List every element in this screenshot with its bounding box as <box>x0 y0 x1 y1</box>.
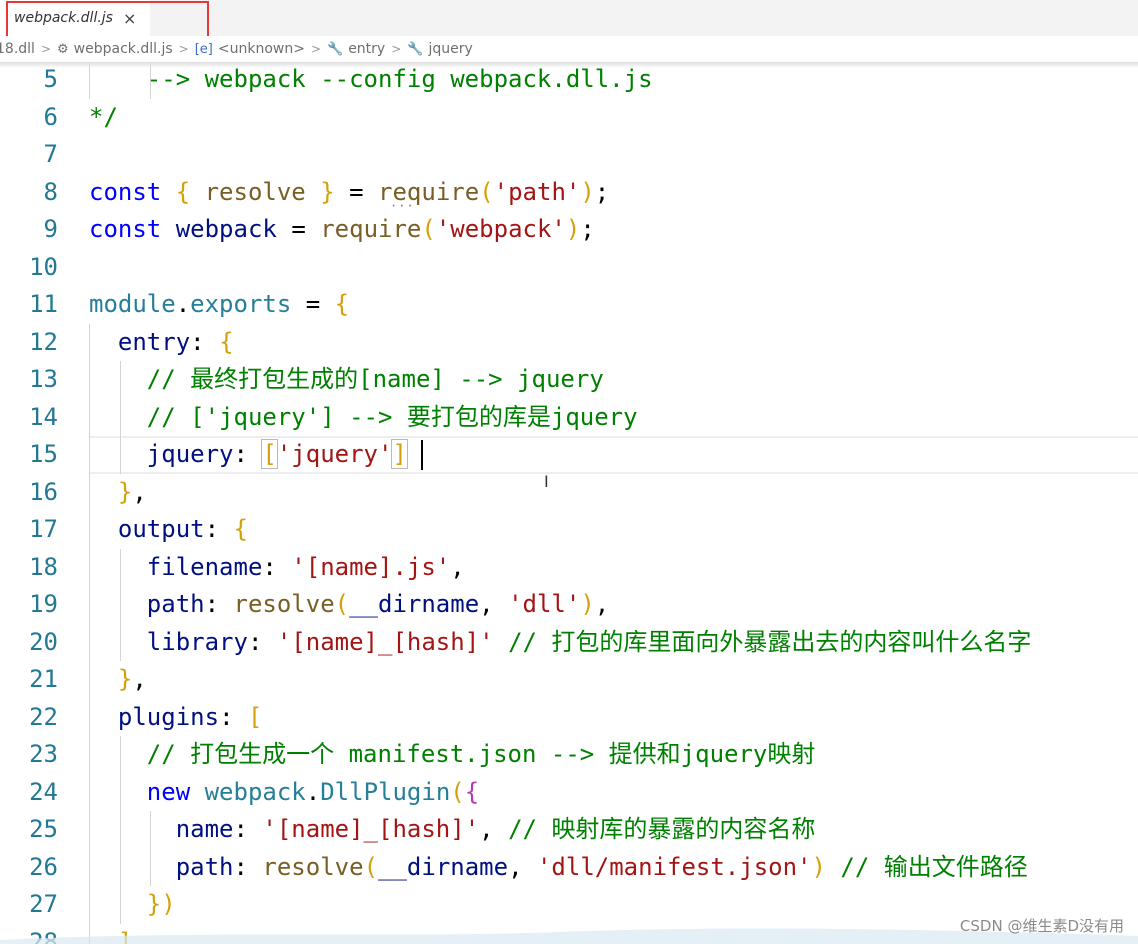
tab-webpack-dll-js[interactable]: webpack.dll.js × <box>0 0 150 36</box>
code-text: }) <box>146 890 176 918</box>
code-text: const { resolve } = require('path'); <box>89 177 610 206</box>
code-line[interactable]: 21 }, <box>0 661 1138 699</box>
breadcrumb-symbol-jquery[interactable]: 🔧 jquery <box>407 41 473 57</box>
breadcrumb-symbol-label: <unknown> <box>217 41 305 57</box>
code-text: }, <box>117 665 147 693</box>
code-text: entry: { <box>117 327 234 356</box>
line-number: 12 <box>29 327 58 356</box>
line-number: 22 <box>29 702 58 731</box>
code-editor[interactable]: 5 --> webpack --config webpack.dll.js 6 */… <box>0 62 1138 944</box>
code-text: module.exports = { <box>89 290 350 318</box>
line-number: 19 <box>29 590 58 618</box>
code-text: ] <box>117 927 133 944</box>
breadcrumb-entry-label: entry <box>348 41 386 57</box>
symbol-variable-icon: [e] <box>194 41 213 57</box>
code-text: filename: '[name].js', <box>146 552 465 581</box>
code-line[interactable]: 10 <box>0 249 1138 287</box>
line-number: 27 <box>29 890 58 918</box>
line-number: 17 <box>29 515 58 543</box>
line-number: 11 <box>29 290 58 318</box>
line-number: 26 <box>29 852 58 881</box>
code-line[interactable]: 14 // ['jquery'] --> 要打包的库是jquery <box>0 398 1138 436</box>
code-line[interactable]: 20 library: '[name]_[hash]' // 打包的库里面向外暴… <box>0 623 1138 661</box>
code-text: // ['jquery'] --> 要打包的库是jquery <box>146 402 638 431</box>
wrench-icon: 🔧 <box>407 41 424 57</box>
line-number: 23 <box>29 740 58 768</box>
text-caret <box>421 440 424 470</box>
code-line[interactable]: 12 entry: { <box>0 323 1138 361</box>
code-line[interactable]: 17 output: { <box>0 511 1138 549</box>
breadcrumb-symbol-unknown[interactable]: [e] <unknown> <box>195 41 305 57</box>
code-line[interactable]: 25 name: '[name]_[hash]', // 映射库的暴露的内容名称 <box>0 811 1138 849</box>
chevron-right-icon: > <box>40 42 51 56</box>
code-text: library: '[name]_[hash]' // 打包的库里面向外暴露出去… <box>146 627 1032 656</box>
code-text: */ <box>89 102 118 131</box>
code-text: name: '[name]_[hash]', // 映射库的暴露的内容名称 <box>175 815 816 843</box>
line-number: 10 <box>29 252 58 281</box>
watermark: CSDN @维生素D没有用 <box>959 917 1124 935</box>
line-number: 20 <box>29 627 58 656</box>
line-number: 15 <box>29 440 58 468</box>
line-number: 8 <box>43 177 58 206</box>
line-number: 6 <box>43 102 58 131</box>
code-text: }, <box>117 477 147 506</box>
scroll-shadow <box>0 62 1138 68</box>
chevron-right-icon: > <box>391 42 402 56</box>
code-line[interactable]: 7 <box>0 136 1138 174</box>
line-number: 7 <box>43 140 58 168</box>
code-line[interactable]: 18 filename: '[name].js', <box>0 548 1138 586</box>
breadcrumb-jquery-label: jquery <box>428 41 473 57</box>
code-text: // 最终打包生成的[name] --> jquery <box>146 365 604 393</box>
code-line[interactable]: 26 path: resolve(__dirname, 'dll/manifes… <box>0 848 1138 886</box>
breadcrumb-symbol-entry[interactable]: 🔧 entry <box>327 41 385 57</box>
tab-title: webpack.dll.js <box>14 10 113 26</box>
line-number: 28 <box>29 927 58 944</box>
code-line[interactable]: 24 new webpack.DllPlugin({ <box>0 773 1138 811</box>
line-number: 16 <box>29 477 58 506</box>
code-line[interactable]: 15 jquery: ['jquery'] <box>0 436 1138 474</box>
chevron-right-icon: > <box>178 42 189 56</box>
code-line[interactable]: 23 // 打包生成一个 manifest.json --> 提供和jquery… <box>0 736 1138 774</box>
line-number: 14 <box>29 402 58 431</box>
code-line[interactable]: 19 path: resolve(__dirname, 'dll'), <box>0 586 1138 624</box>
code-line[interactable]: 22 plugins: [ <box>0 698 1138 736</box>
code-line[interactable]: 8 const { resolve } = require('path'); ··· <box>0 174 1138 213</box>
breadcrumb-file-label: webpack.dll.js <box>73 41 173 57</box>
line-number: 13 <box>29 365 58 393</box>
js-file-icon: ⚙ <box>57 41 69 57</box>
code-text: path: resolve(__dirname, 'dll/manifest.j… <box>175 852 1028 881</box>
close-icon[interactable]: × <box>123 9 136 28</box>
breadcrumb-folder-label: 18.dll <box>0 41 35 57</box>
line-number: 25 <box>29 815 58 843</box>
code-text: // 打包生成一个 manifest.json --> 提供和jquery映射 <box>146 740 816 768</box>
code-line[interactable]: 9 const webpack = require('webpack'); <box>0 211 1138 249</box>
breadcrumb-folder[interactable]: 18.dll <box>0 41 35 57</box>
code-text: jquery: ['jquery'] <box>146 439 408 469</box>
line-number: 21 <box>29 665 58 693</box>
code-line[interactable]: 11 module.exports = { <box>0 286 1138 324</box>
chevron-right-icon: > <box>310 42 321 56</box>
code-line[interactable]: 13 // 最终打包生成的[name] --> jquery <box>0 361 1138 399</box>
wrench-icon: 🔧 <box>327 41 344 57</box>
line-number: 18 <box>29 552 58 581</box>
line-number: 9 <box>43 215 58 243</box>
code-text: plugins: [ <box>117 702 263 731</box>
code-text: output: { <box>117 515 248 543</box>
code-line[interactable]: 16 }, <box>0 473 1138 511</box>
code-text: path: resolve(__dirname, 'dll'), <box>146 590 610 618</box>
breadcrumb-file[interactable]: ⚙ webpack.dll.js <box>57 41 173 57</box>
code-text: new webpack.DllPlugin({ <box>146 777 480 806</box>
text-cursor-icon: I <box>544 472 549 491</box>
breadcrumb: 18.dll > ⚙ webpack.dll.js > [e] <unknown… <box>0 36 1138 62</box>
editor-tab-bar: s webpack.dll.js × <box>0 0 1138 43</box>
code-text: const webpack = require('webpack'); <box>89 215 595 243</box>
line-number: 24 <box>29 777 58 806</box>
code-line[interactable]: 6 */ <box>0 99 1138 137</box>
